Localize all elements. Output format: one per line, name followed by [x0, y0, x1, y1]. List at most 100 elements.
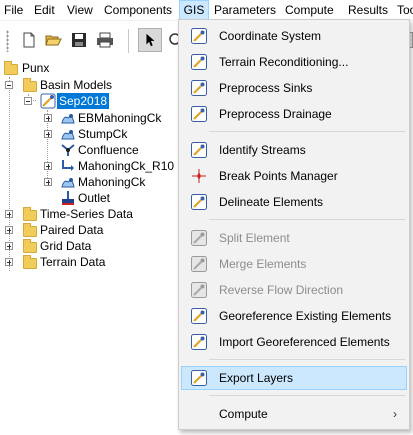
subbasin-icon — [61, 114, 75, 124]
arrow-cursor-icon — [146, 33, 155, 47]
subbasin-icon — [61, 178, 75, 188]
new-file-icon[interactable] — [20, 31, 38, 49]
wand-icon — [191, 282, 207, 298]
menu-item-label: Preprocess Sinks — [219, 81, 313, 95]
menu-separator — [209, 395, 405, 396]
menu-item-label: Break Points Manager — [219, 169, 338, 183]
tree-item-label: Punx — [22, 61, 50, 75]
tree-item-label: Time-Series Data — [40, 207, 133, 221]
menu-item-label: Preprocess Drainage — [219, 107, 332, 121]
wand-icon — [191, 28, 207, 44]
collapse-toggle[interactable] — [5, 81, 13, 89]
select-tool-button[interactable] — [138, 28, 162, 52]
wand-icon — [191, 230, 207, 246]
menu-item-merge-elements[interactable]: Merge Elements — [181, 252, 407, 276]
print-icon[interactable] — [96, 31, 114, 49]
menu-item-export-layers[interactable]: Export Layers — [181, 366, 407, 390]
tree-item-label: Basin Models — [40, 78, 113, 92]
menu-item-coordinate-system[interactable]: Coordinate System — [181, 24, 407, 48]
watershed-explorer-tree: Punx Basin Models Sep2018 EBMahoningCk S… — [0, 60, 180, 435]
menu-item-delineate-elements[interactable]: Delineate Elements — [181, 190, 407, 214]
menu-item-label: Merge Elements — [219, 257, 307, 271]
menu-compute[interactable]: Compute — [285, 0, 334, 20]
sink-icon — [62, 191, 74, 205]
save-icon[interactable] — [70, 31, 88, 49]
menu-item-georeference-existing-elements[interactable]: Georeference Existing Elements — [181, 304, 407, 328]
expand-toggle[interactable] — [5, 242, 13, 250]
tree-item-project[interactable]: Punx — [0, 60, 120, 76]
gis-dropdown-menu: Coordinate System Terrain Reconditioning… — [178, 19, 410, 430]
expand-toggle[interactable] — [44, 178, 52, 186]
expand-toggle[interactable] — [5, 258, 13, 266]
menu-parameters[interactable]: Parameters — [214, 0, 276, 20]
basin-model-icon — [40, 93, 56, 109]
tree-item-sink[interactable]: Outlet — [0, 190, 170, 206]
menu-item-label: Delineate Elements — [219, 195, 324, 209]
open-folder-icon[interactable] — [44, 31, 62, 49]
reach-icon — [62, 160, 74, 171]
wand-icon — [191, 308, 207, 324]
collapse-toggle[interactable] — [24, 97, 32, 105]
chevron-right-icon: › — [393, 407, 397, 421]
menu-separator — [209, 359, 405, 360]
tree-item-subbasin[interactable]: EBMahoningCk — [0, 110, 170, 126]
tree-item-subbasin[interactable]: MahoningCk — [0, 174, 170, 190]
tree-item-basin-model-selected[interactable]: Sep2018 — [0, 93, 130, 109]
tree-item-label: MahoningCk_R10 — [78, 159, 175, 173]
tree-item-label: Outlet — [78, 191, 111, 205]
tree-item-time-series-data[interactable]: Time-Series Data — [0, 206, 160, 222]
tree-item-basin-models[interactable]: Basin Models — [0, 77, 130, 93]
menu-view[interactable]: View — [67, 0, 93, 20]
wand-icon — [191, 194, 207, 210]
expand-toggle[interactable] — [44, 130, 52, 138]
junction-icon — [61, 144, 75, 156]
tree-item-subbasin[interactable]: StumpCk — [0, 126, 170, 142]
tree-item-junction[interactable]: Confluence — [0, 142, 170, 158]
menu-edit[interactable]: Edit — [34, 0, 55, 20]
menu-item-break-points-manager[interactable]: Break Points Manager — [181, 164, 407, 188]
breakpoint-icon — [192, 169, 206, 183]
menu-item-label: Terrain Reconditioning... — [219, 55, 349, 69]
wand-icon — [191, 370, 207, 386]
folder-icon — [4, 61, 18, 75]
toolbar-grip[interactable] — [6, 30, 9, 52]
menu-item-terrain-reconditioning[interactable]: Terrain Reconditioning... — [181, 50, 407, 74]
tree-item-label: Confluence — [78, 143, 139, 157]
menu-item-label: Identify Streams — [219, 143, 306, 157]
expand-toggle[interactable] — [44, 162, 52, 170]
tree-item-terrain-data[interactable]: Terrain Data — [0, 254, 160, 270]
menu-components[interactable]: Components — [104, 0, 172, 20]
tree-item-grid-data[interactable]: Grid Data — [0, 238, 160, 254]
folder-icon — [23, 223, 37, 237]
menu-item-compute-submenu[interactable]: Compute › — [181, 402, 407, 426]
menu-item-split-element[interactable]: Split Element — [181, 226, 407, 250]
menu-item-label: Reverse Flow Direction — [219, 283, 344, 297]
menu-gis[interactable]: GIS — [179, 0, 209, 20]
tree-item-label: Terrain Data — [40, 255, 106, 269]
expand-toggle[interactable] — [44, 114, 52, 122]
folder-icon — [23, 78, 37, 92]
menu-separator — [209, 219, 405, 220]
folder-icon — [23, 207, 37, 221]
tree-item-label: Grid Data — [40, 239, 92, 253]
wand-icon — [191, 80, 207, 96]
menu-tools[interactable]: Too — [397, 0, 413, 20]
menu-item-preprocess-sinks[interactable]: Preprocess Sinks — [181, 76, 407, 100]
toolbar-separator — [128, 29, 129, 53]
menu-file[interactable]: File — [4, 0, 23, 20]
menu-item-label: Compute — [219, 407, 268, 421]
tree-item-paired-data[interactable]: Paired Data — [0, 222, 160, 238]
wand-icon — [191, 106, 207, 122]
menu-item-import-georeferenced-elements[interactable]: Import Georeferenced Elements — [181, 330, 407, 354]
menu-item-preprocess-drainage[interactable]: Preprocess Drainage — [181, 102, 407, 126]
menu-item-label: Coordinate System — [219, 29, 322, 43]
tree-item-label: Paired Data — [40, 223, 104, 237]
expand-toggle[interactable] — [5, 210, 13, 218]
tree-item-label: StumpCk — [78, 127, 128, 141]
expand-toggle[interactable] — [5, 226, 13, 234]
menu-bar: File Edit View Components GIS Parameters… — [0, 0, 413, 21]
menu-item-reverse-flow-direction[interactable]: Reverse Flow Direction — [181, 278, 407, 302]
menu-results[interactable]: Results — [348, 0, 388, 20]
menu-item-identify-streams[interactable]: Identify Streams — [181, 138, 407, 162]
tree-item-reach[interactable]: MahoningCk_R10 — [0, 158, 174, 174]
